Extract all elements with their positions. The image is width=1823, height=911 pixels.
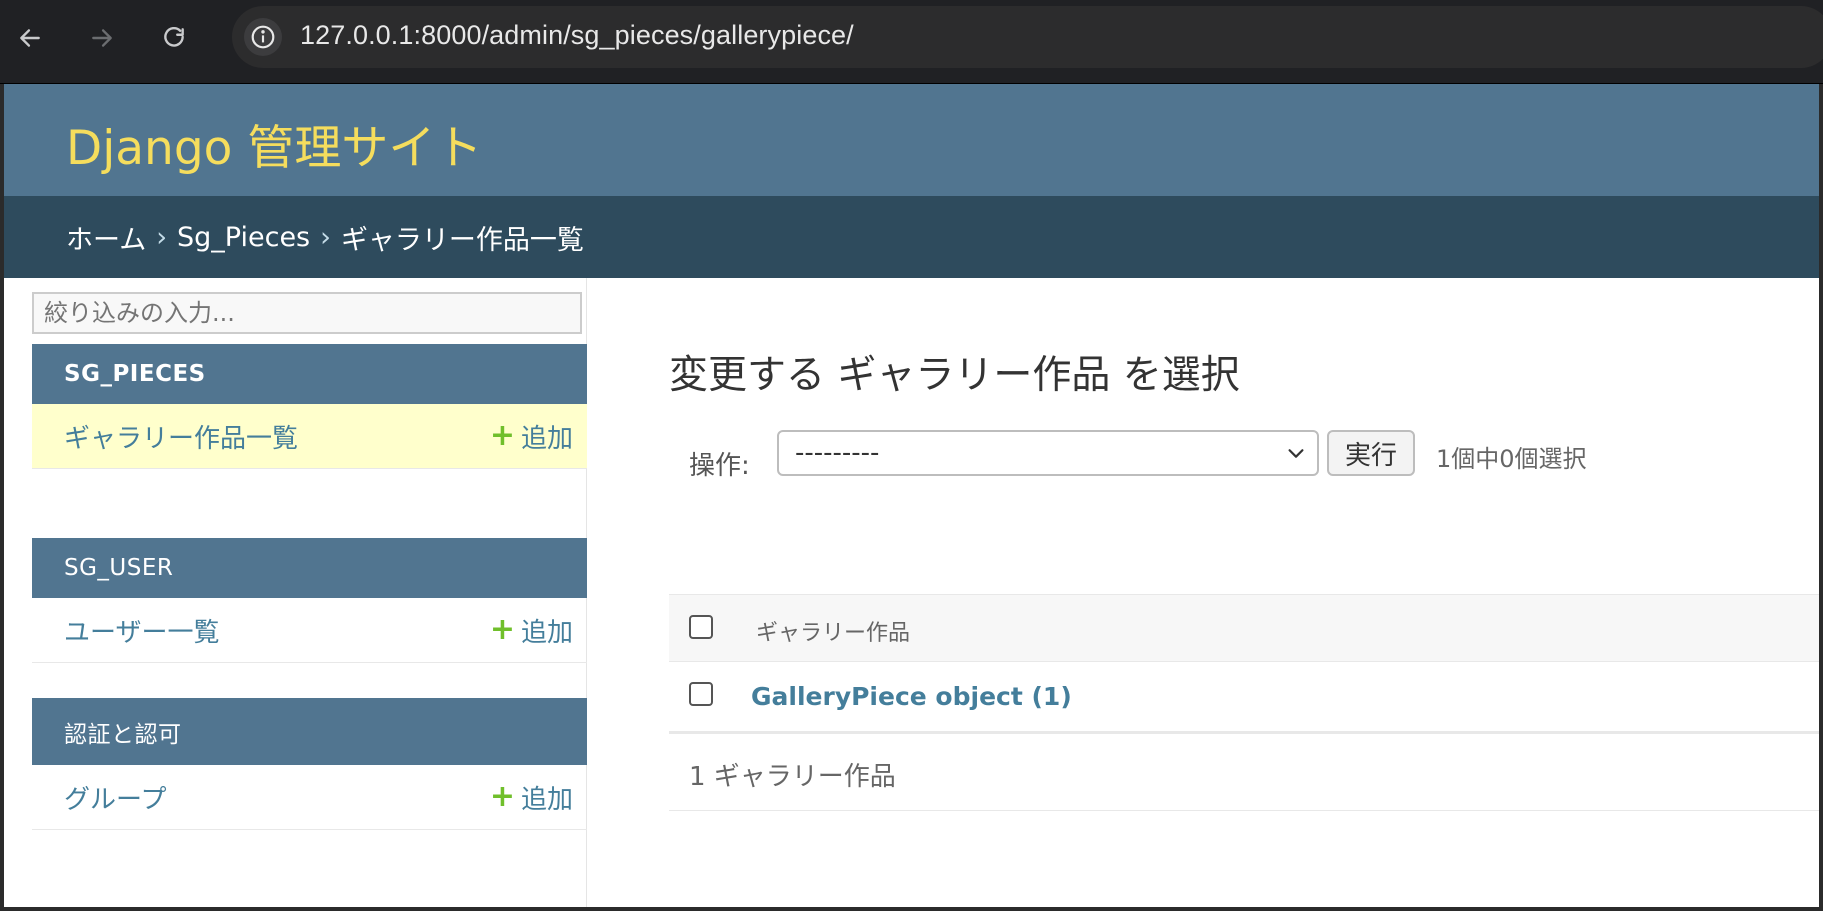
add-label: 追加 [520, 617, 573, 648]
breadcrumb: ホーム › Sg_Pieces › ギャラリー作品一覧 [4, 196, 1819, 278]
add-group-button[interactable]: + 追加 [490, 779, 573, 816]
breadcrumb-separator: › [320, 221, 331, 253]
sidebar-item-gallery-pieces: ギャラリー作品一覧 + 追加 [32, 404, 587, 469]
selection-counter: 1個中0個選択 [1436, 445, 1587, 473]
column-header[interactable]: ギャラリー作品 [756, 615, 910, 647]
forward-button[interactable] [82, 18, 122, 58]
select-all-checkbox[interactable] [689, 615, 713, 639]
result-count: 1 ギャラリー作品 [689, 762, 896, 792]
action-label: 操作: [689, 451, 750, 481]
app-header-sg-pieces[interactable]: SG_PIECES [32, 344, 587, 404]
page-title: 変更する ギャラリー作品 を選択 [669, 353, 1240, 399]
sidebar-item-users: ユーザー一覧 + 追加 [32, 598, 587, 663]
action-select[interactable]: --------- [777, 430, 1319, 476]
plus-icon: + [489, 779, 515, 814]
add-label: 追加 [520, 784, 573, 815]
reload-icon [164, 26, 184, 47]
back-button[interactable] [10, 18, 50, 58]
table-header: ギャラリー作品 [669, 594, 1819, 662]
sidebar-item-label[interactable]: ギャラリー作品一覧 [64, 418, 298, 455]
breadcrumb-home[interactable]: ホーム [66, 218, 146, 257]
site-info-icon[interactable] [244, 18, 282, 56]
action-select-value: --------- [795, 438, 880, 468]
app-header-label: 認証と認可 [64, 721, 182, 748]
url-text[interactable]: 127.0.0.1:8000/admin/sg_pieces/gallerypi… [300, 20, 854, 51]
paginator: 1 ギャラリー作品 [669, 734, 1819, 811]
plus-icon: + [489, 612, 515, 647]
table-row: GalleryPiece object (1) [669, 662, 1819, 734]
arrow-right-icon [92, 29, 112, 47]
address-bar[interactable]: 127.0.0.1:8000/admin/sg_pieces/gallerypi… [232, 6, 1823, 68]
reload-button[interactable] [154, 18, 194, 58]
main-content: 変更する ギャラリー作品 を選択 操作: --------- 実行 1個中0個選… [669, 278, 1819, 907]
breadcrumb-separator: › [156, 221, 168, 253]
app-header-label: SG_PIECES [64, 361, 206, 387]
site-header: Django 管理サイト [4, 84, 1819, 196]
add-label: 追加 [520, 423, 573, 454]
add-user-button[interactable]: + 追加 [490, 612, 573, 649]
nav-filter-input[interactable] [32, 292, 582, 334]
breadcrumb-app[interactable]: Sg_Pieces [177, 222, 310, 253]
plus-icon: + [489, 418, 515, 453]
sidebar-item-groups: グループ + 追加 [32, 765, 587, 830]
action-bar: 操作: --------- 実行 1個中0個選択 [669, 430, 1819, 490]
app-header-label: SG_USER [64, 555, 174, 581]
breadcrumb-current: ギャラリー作品一覧 [340, 224, 584, 256]
nav-sidebar: SG_PIECES ギャラリー作品一覧 + 追加 SG_USER ユーザー一覧 … [32, 278, 587, 907]
chevron-down-icon [1288, 449, 1304, 458]
arrow-left-icon [20, 29, 40, 47]
app-header-sg-user[interactable]: SG_USER [32, 538, 587, 598]
admin-page: Django 管理サイト ホーム › Sg_Pieces › ギャラリー作品一覧… [0, 84, 1823, 911]
browser-toolbar: 127.0.0.1:8000/admin/sg_pieces/gallerypi… [0, 0, 1823, 84]
add-gallery-piece-button[interactable]: + 追加 [490, 418, 573, 455]
sidebar-item-label[interactable]: ユーザー一覧 [64, 612, 219, 649]
site-title[interactable]: Django 管理サイト [66, 109, 482, 178]
row-checkbox[interactable] [689, 682, 713, 706]
object-link[interactable]: GalleryPiece object (1) [751, 682, 1072, 711]
run-action-button[interactable]: 実行 [1327, 430, 1415, 476]
app-header-auth[interactable]: 認証と認可 [32, 698, 587, 765]
sidebar-item-label[interactable]: グループ [64, 779, 166, 816]
